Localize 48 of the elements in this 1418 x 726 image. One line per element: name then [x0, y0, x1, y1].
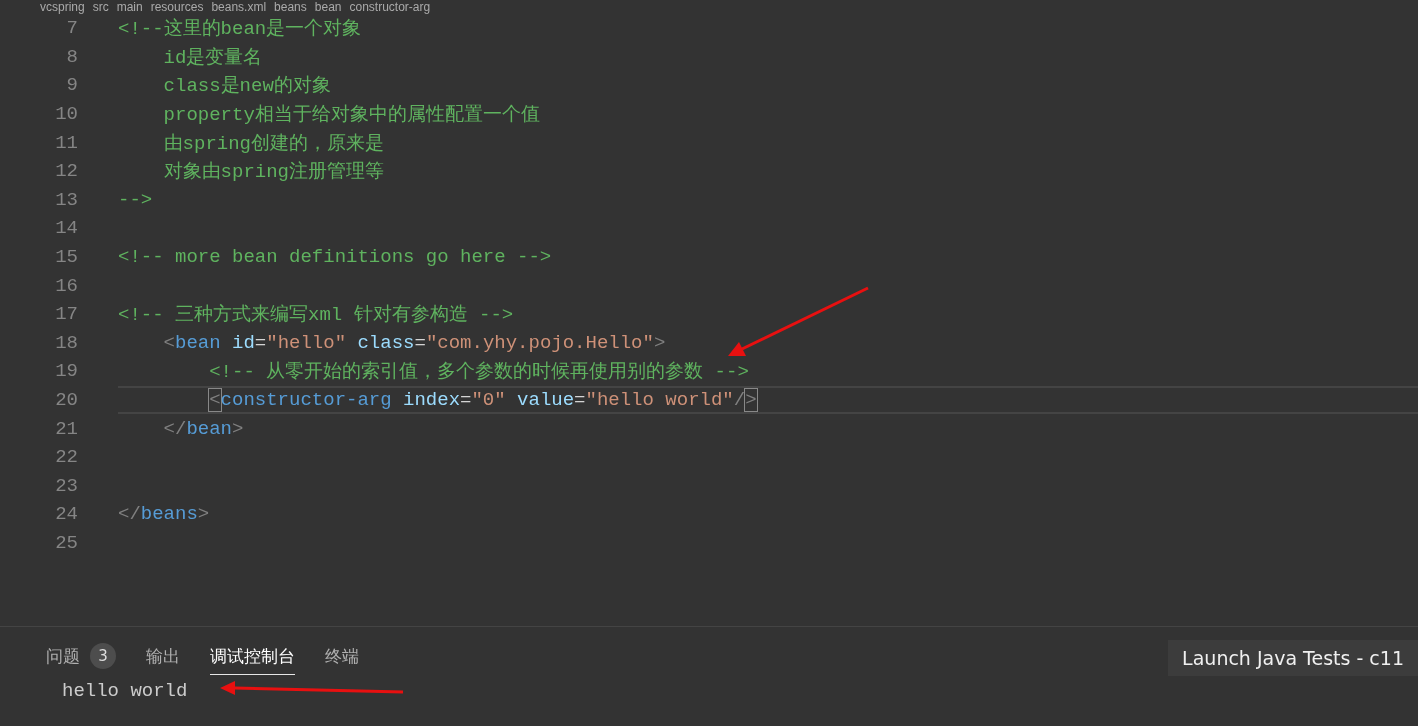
code-text: <!-- 三种方式来编写xml 针对有参构造 --> — [118, 303, 514, 328]
panel-tab[interactable]: 输出 — [146, 640, 180, 675]
line-number: 25 — [54, 532, 78, 554]
line-number: 22 — [54, 446, 78, 469]
code-text: --> — [118, 188, 153, 211]
line-number: 7 — [65, 17, 78, 40]
breadcrumb-item[interactable]: constructor-arg — [349, 0, 431, 14]
code-text: <constructor-arg index="0" value="hello world"/> — [209, 389, 757, 411]
line-number: 10 — [54, 103, 78, 126]
line-number: 9 — [65, 74, 78, 97]
breadcrumb-item[interactable]: resources — [150, 0, 204, 14]
code-text: 由spring创建的，原来是 — [163, 131, 384, 156]
code-text: 对象由spring注册管理等 — [163, 160, 384, 185]
line-number: 20 — [54, 389, 78, 411]
code-text: </beans> — [118, 503, 210, 526]
line-number: 17 — [54, 303, 78, 326]
line-number: 18 — [54, 331, 78, 354]
line-number: 8 — [65, 45, 78, 68]
console-output: hello world — [62, 680, 188, 702]
count-badge: 3 — [90, 643, 116, 669]
panel-tab[interactable]: 调试控制台 — [210, 640, 295, 675]
breadcrumb-item[interactable]: beans — [274, 0, 307, 14]
breadcrumb-item[interactable]: beans.xml — [211, 0, 267, 14]
breadcrumb-item[interactable]: main — [116, 0, 143, 14]
code-text: id是变量名 — [163, 45, 263, 70]
line-number: 11 — [54, 131, 78, 154]
line-number: 13 — [54, 188, 78, 211]
line-number: 15 — [54, 246, 78, 269]
code-text: </bean> — [163, 417, 244, 440]
code-text: <!--这里的bean是一个对象 — [118, 17, 362, 42]
line-number: 23 — [54, 474, 78, 497]
code-text: <bean id="hello" class="com.yhy.pojo.Hello"> — [163, 331, 666, 354]
line-number: 14 — [54, 217, 78, 240]
line-number: 16 — [54, 274, 78, 297]
line-number: 12 — [54, 160, 78, 183]
code-text: class是new的对象 — [163, 74, 331, 99]
panel-tab[interactable]: 问题 3 — [46, 639, 116, 676]
breadcrumb-item[interactable]: vcspring — [40, 0, 85, 14]
line-number: 21 — [54, 417, 78, 440]
code-text: <!-- 从零开始的索引值，多个参数的时候再使用别的参数 --> — [209, 360, 749, 385]
breadcrumb-item[interactable]: src — [92, 0, 109, 14]
line-number: 19 — [54, 360, 78, 383]
breadcrumb-item[interactable]: bean — [314, 0, 342, 14]
line-number: 24 — [54, 503, 78, 526]
panel-tab[interactable]: 终端 — [325, 640, 359, 675]
launch-config-dropdown[interactable]: Launch Java Tests - c11 — [1168, 639, 1418, 676]
code-text: property相当于给对象中的属性配置一个值 — [163, 103, 540, 128]
code-text: <!-- more bean definitions go here --> — [118, 246, 552, 269]
